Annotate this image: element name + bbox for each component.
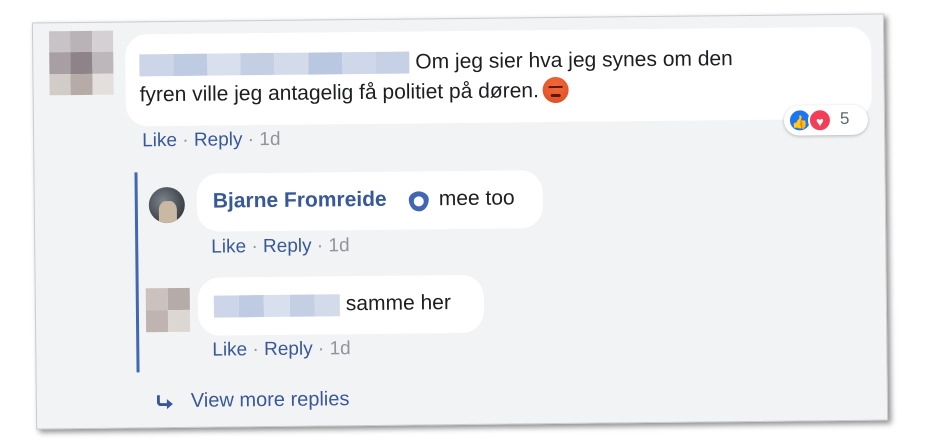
avatar-blurred[interactable] (48, 30, 114, 96)
redacted-author-name[interactable] (213, 294, 341, 318)
view-more-replies-link[interactable]: View more replies (155, 388, 350, 413)
reply-link[interactable]: Reply (264, 339, 313, 361)
reply-bubble: Bjarne Fromreide mee too (196, 170, 544, 232)
comment-actions: Like · Reply · 1d (142, 129, 281, 152)
avatar-blurred[interactable] (145, 287, 191, 333)
reply-actions: Like · Reply · 1d (212, 338, 351, 361)
redacted-author-name[interactable] (139, 51, 410, 77)
avatar[interactable] (148, 186, 185, 224)
reactions-summary[interactable]: 👍 ♥ 5 (783, 104, 869, 136)
reply-link[interactable]: Reply (263, 236, 312, 258)
separator: · (251, 236, 258, 258)
separator: · (316, 235, 324, 257)
reply-text: samme her (345, 291, 452, 316)
reply-link[interactable]: Reply (194, 129, 243, 151)
separator: · (252, 339, 259, 361)
timestamp[interactable]: 1d (259, 129, 280, 150)
reply-actions: Like · Reply · 1d (211, 235, 350, 258)
timestamp[interactable]: 1d (329, 338, 350, 359)
love-icon: ♥ (807, 108, 833, 133)
like-link[interactable]: Like (211, 236, 246, 257)
like-link[interactable]: Like (212, 339, 247, 360)
reply-author-name[interactable]: Bjarne Fromreide (213, 188, 387, 214)
comment-text-line1: Om jeg sier hva jeg synes om den (415, 47, 733, 74)
like-link[interactable]: Like (142, 130, 177, 151)
reply-arrow-icon (155, 395, 173, 409)
separator: · (182, 129, 189, 151)
view-more-label: View more replies (190, 388, 350, 412)
comment-bubble: Om jeg sier hva jeg synes om den fyren v… (125, 26, 872, 127)
separator: · (247, 129, 255, 151)
reaction-count: 5 (839, 108, 850, 129)
reply-text: mee too (438, 186, 515, 211)
reply-bubble: samme her (197, 274, 485, 336)
reply-thread-line (134, 172, 140, 373)
angry-face-icon (542, 76, 570, 104)
timestamp[interactable]: 1d (328, 235, 349, 256)
separator: · (317, 338, 325, 360)
comment-text-line2: fyren ville jeg antagelig få politiet på… (140, 76, 570, 110)
comment-thread-card: Om jeg sier hva jeg synes om den fyren v… (31, 13, 889, 430)
verified-shield-icon (408, 191, 429, 212)
